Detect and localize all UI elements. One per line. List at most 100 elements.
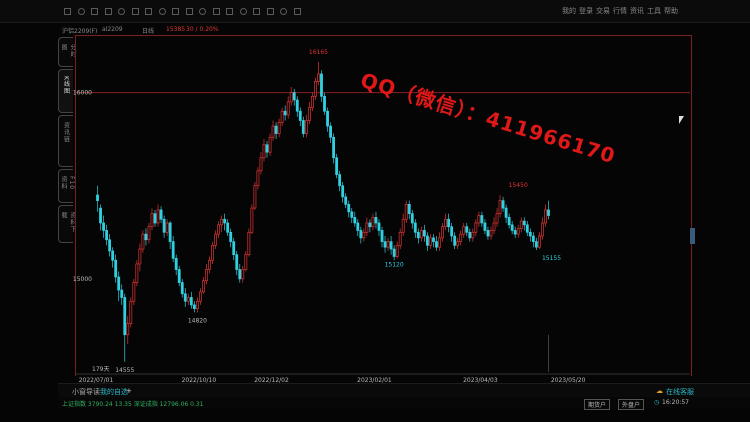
candle-body	[416, 231, 420, 239]
candle-body	[292, 92, 296, 101]
candle-body	[135, 263, 139, 283]
candle-body	[250, 207, 254, 233]
candle-body	[241, 269, 245, 280]
candle-body	[220, 218, 224, 226]
candle-body	[398, 231, 402, 246]
candle-body	[235, 254, 239, 270]
candle-body	[541, 222, 544, 237]
candle-body	[211, 244, 214, 261]
price-annotation: 15120	[385, 262, 404, 269]
candle-body	[96, 194, 99, 201]
candle-body	[298, 110, 302, 121]
candle-body	[310, 95, 314, 108]
candle-body	[262, 144, 266, 159]
candle-body	[410, 213, 414, 224]
support-icon: ☁	[656, 387, 663, 395]
tab-mini-guide[interactable]: 小窗导读	[72, 387, 100, 397]
candle-body	[108, 239, 112, 252]
candle-body	[359, 230, 363, 239]
candle-body	[534, 241, 538, 248]
candle-body	[335, 157, 339, 175]
candle-body	[341, 185, 345, 198]
candle-body	[304, 120, 308, 134]
candle-body	[547, 209, 550, 216]
candle-body	[132, 282, 136, 302]
candle-body	[462, 226, 466, 235]
candle-body	[120, 289, 124, 298]
candle-body	[141, 233, 145, 250]
candle-body	[350, 211, 354, 218]
candle-body	[177, 269, 181, 283]
candle-body	[395, 244, 399, 257]
candle-body	[456, 241, 460, 246]
candle-body	[444, 218, 447, 228]
foreign-account-button[interactable]: 外盘户	[618, 399, 645, 410]
candle-body	[453, 235, 457, 246]
candle-body	[362, 231, 366, 239]
candle-body	[531, 235, 535, 242]
candle-body	[150, 213, 154, 228]
candle-body	[162, 218, 166, 233]
candle-body	[174, 258, 178, 270]
mouse-cursor-icon	[679, 116, 684, 124]
price-annotation: 15155	[542, 255, 561, 262]
candle-body	[392, 248, 396, 257]
candle-body	[317, 73, 320, 82]
candle-body	[516, 228, 520, 235]
candle-body	[480, 215, 484, 224]
candle-body	[117, 276, 121, 291]
candle-body	[232, 241, 236, 255]
candle-body	[492, 222, 496, 231]
y-tick-label: 15000	[73, 276, 92, 283]
candle-body	[277, 122, 281, 134]
y-tick-label: 16000	[73, 90, 92, 97]
status-bar: 上证指数 3790.24 13.35 深证成指 12796.06 0.31 期货…	[58, 397, 750, 410]
price-annotation: 16165	[309, 49, 328, 56]
candle-body	[374, 217, 378, 224]
candle-body	[422, 230, 426, 237]
candle-body	[432, 237, 435, 242]
online-support-link[interactable]: 在线客服	[666, 387, 694, 397]
candle-body	[189, 297, 193, 306]
candle-body	[404, 203, 408, 220]
candle-body	[519, 220, 523, 229]
right-scroll-handle[interactable]	[690, 228, 695, 244]
candle-body	[123, 297, 127, 336]
candle-body	[114, 259, 118, 278]
candle-body	[368, 222, 372, 228]
candle-body	[147, 226, 151, 241]
candle-body	[507, 217, 511, 226]
candle-body	[244, 254, 248, 270]
candle-body	[525, 224, 529, 233]
add-tab-button[interactable]: +	[126, 387, 132, 395]
candle-body	[389, 241, 393, 250]
candle-body	[286, 101, 290, 116]
candle-body	[195, 300, 199, 310]
candle-body	[489, 230, 493, 237]
candle-body	[320, 73, 323, 97]
candle-body	[105, 230, 109, 241]
kline-chart[interactable]: 16000150002022/07/01 2022/10/10 2022/12/02…	[0, 0, 750, 390]
candle-body	[138, 248, 142, 265]
candle-body	[168, 222, 172, 242]
candle-body	[465, 226, 469, 233]
candle-body	[256, 170, 260, 187]
candle-body	[307, 107, 311, 121]
candle-body	[429, 237, 432, 246]
candle-body	[129, 300, 133, 324]
candle-body	[344, 196, 348, 205]
price-annotation: 15450	[509, 182, 528, 189]
candle-body	[283, 110, 287, 116]
candle-body	[510, 224, 514, 231]
candle-body	[419, 230, 423, 239]
candle-body	[471, 231, 475, 239]
candle-body	[501, 200, 505, 209]
candle-body	[102, 222, 105, 231]
candle-body	[441, 226, 444, 239]
bottom-tabs: 小窗导读 我的自选 + ☁ 在线客服	[58, 383, 750, 398]
candle-body	[271, 125, 275, 138]
futures-account-button[interactable]: 期货户	[584, 399, 611, 410]
candle-body	[202, 280, 205, 293]
price-annotation: 14820	[188, 317, 207, 324]
candle-body	[477, 215, 481, 224]
